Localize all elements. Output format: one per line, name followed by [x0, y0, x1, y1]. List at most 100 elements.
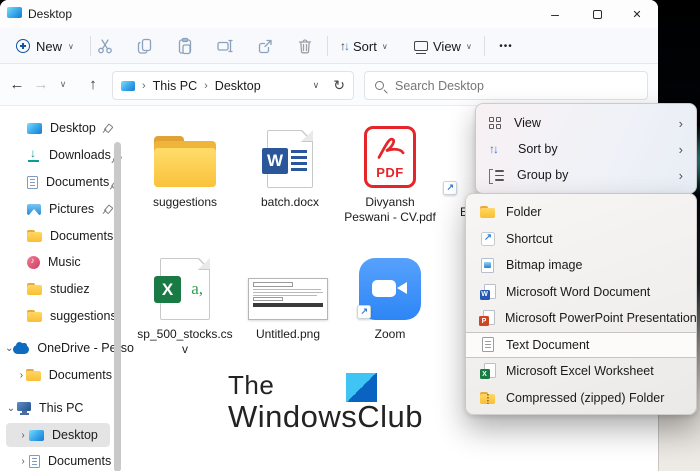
desktop-icon [29, 430, 44, 441]
submenu-word-document[interactable]: Microsoft Word Document [466, 279, 696, 306]
submenu-bitmap-image[interactable]: Bitmap image [466, 252, 696, 279]
sidebar-scrollbar[interactable] [114, 142, 121, 471]
rename-icon [216, 37, 234, 55]
file-untitled-png[interactable]: Untitled.png [233, 254, 343, 342]
paste-icon [176, 37, 194, 55]
window-title: Desktop [28, 7, 72, 21]
sort-button-label: Sort [353, 39, 377, 54]
maximize-button[interactable] [576, 0, 618, 28]
downloads-icon [27, 149, 41, 162]
new-submenu: Folder Shortcut Bitmap image Microsoft W… [465, 193, 697, 415]
submenu-text-document[interactable]: Text Document [466, 332, 696, 359]
sidebar-item-suggestions[interactable]: suggestions [0, 303, 112, 329]
search-icon [375, 81, 384, 90]
chevron-expanded-icon[interactable]: ⌄ [5, 403, 17, 414]
sidebar-item-studiez[interactable]: studiez [0, 276, 112, 302]
sidebar-item-documents-folder[interactable]: Documents [0, 223, 112, 249]
title-bar[interactable]: Desktop [0, 0, 658, 28]
back-button[interactable]: ← [4, 71, 30, 97]
file-batch-docx[interactable]: batch.docx [235, 122, 345, 210]
share-icon [256, 37, 274, 55]
submenu-excel-worksheet[interactable]: Microsoft Excel Worksheet [466, 358, 696, 385]
context-menu-view[interactable]: View › [476, 110, 696, 136]
sidebar-item-music[interactable]: Music [0, 249, 112, 275]
context-menu: View › ↑↓ Sort by › Group by › [475, 103, 697, 194]
sidebar-item-onedrive[interactable]: ⌄ OneDrive - Perso [0, 335, 112, 361]
chevron-right-icon: › [679, 142, 683, 157]
chevron-collapsed-icon[interactable]: › [17, 456, 29, 467]
toolbar-divider [484, 36, 485, 56]
excel-icon [480, 363, 496, 379]
context-menu-sort-by[interactable]: ↑↓ Sort by › [476, 136, 696, 162]
chevron-down-icon: ∨ [382, 42, 388, 51]
shortcut-arrow-icon [481, 232, 495, 246]
copy-button[interactable] [131, 33, 159, 59]
documents-icon [27, 176, 38, 189]
desktop-folder-icon [121, 81, 135, 91]
windowsclub-watermark: The WindowsClub [228, 370, 423, 435]
submenu-compressed-folder[interactable]: Compressed (zipped) Folder [466, 385, 696, 412]
paste-button[interactable] [171, 33, 199, 59]
chevron-collapsed-icon[interactable]: › [17, 430, 29, 441]
pictures-icon [27, 204, 41, 215]
chevron-down-icon[interactable]: ∨ [313, 80, 320, 91]
minimize-button[interactable] [534, 0, 576, 28]
folder-icon [27, 310, 42, 322]
desktop-folder-icon [7, 7, 22, 18]
shortcut-arrow-icon [443, 181, 457, 195]
sidebar-item-desktop[interactable]: Desktop [0, 115, 112, 141]
breadcrumb[interactable]: › This PC › Desktop ∨ ↻ [112, 71, 354, 100]
chevron-down-icon: ∨ [68, 42, 74, 51]
file-suggestions[interactable]: suggestions [130, 122, 240, 210]
sidebar-item-this-pc-desktop[interactable]: › Desktop [0, 422, 112, 448]
view-button[interactable]: View ∨ [408, 33, 478, 59]
view-grid-icon [489, 117, 501, 129]
image-thumbnail [248, 278, 328, 320]
word-document-icon [480, 284, 496, 300]
folder-icon [27, 230, 42, 242]
pin-icon [99, 201, 114, 216]
sidebar-item-pictures[interactable]: Pictures [0, 196, 112, 222]
rename-button[interactable] [211, 33, 239, 59]
submenu-folder[interactable]: Folder [466, 199, 696, 226]
cut-button[interactable] [91, 33, 119, 59]
sidebar-item-documents[interactable]: Documents [0, 169, 112, 195]
up-button[interactable]: ↑ [80, 71, 106, 97]
view-button-label: View [433, 39, 461, 54]
chevron-expanded-icon[interactable]: ⌄ [5, 343, 13, 354]
sidebar-item-onedrive-documents[interactable]: › Documents [0, 362, 112, 388]
sidebar-item-this-pc-documents[interactable]: › Documents [0, 448, 112, 471]
zipped-folder-icon [480, 392, 495, 404]
context-menu-group-by[interactable]: Group by › [476, 162, 696, 188]
recent-locations-button[interactable]: ∨ [50, 71, 76, 97]
shortcut-arrow-icon [357, 305, 371, 319]
breadcrumb-this-pc[interactable]: This PC [153, 79, 197, 93]
folder-icon [27, 283, 42, 295]
file-sp500-csv[interactable]: sp_500_stocks.cs v [130, 254, 240, 357]
sort-arrows-icon: ↑↓ [489, 142, 505, 156]
file-cv-pdf[interactable]: Divyansh Peswani - CV.pdf [335, 122, 445, 225]
powerpoint-icon [479, 310, 495, 326]
delete-button[interactable] [291, 33, 319, 59]
refresh-icon[interactable]: ↻ [333, 77, 345, 94]
toolbar-divider [327, 36, 328, 56]
submenu-shortcut[interactable]: Shortcut [466, 226, 696, 253]
sidebar-item-this-pc[interactable]: ⌄ This PC [0, 395, 112, 421]
new-button[interactable]: New ∨ [10, 33, 80, 59]
breadcrumb-desktop[interactable]: Desktop [215, 79, 261, 93]
folder-icon [26, 369, 41, 381]
bitmap-image-icon [481, 258, 494, 273]
search-input[interactable]: Search Desktop [364, 71, 648, 100]
share-button[interactable] [251, 33, 279, 59]
see-more-button[interactable] [492, 33, 520, 59]
screenshot-root: Desktop New ∨ [0, 0, 700, 471]
sort-button[interactable]: ↑↓ Sort ∨ [334, 33, 394, 59]
navigation-pane: Desktop Downloads Documents Pictures Doc [0, 106, 123, 471]
file-zoom-shortcut[interactable]: Zoom [335, 254, 445, 342]
chevron-collapsed-icon[interactable]: › [17, 370, 26, 381]
folder-icon [152, 136, 218, 188]
close-button[interactable] [616, 0, 658, 28]
submenu-powerpoint-presentation[interactable]: Microsoft PowerPoint Presentation [466, 305, 696, 332]
excel-csv-icon [160, 258, 210, 320]
sidebar-item-downloads[interactable]: Downloads [0, 142, 112, 168]
